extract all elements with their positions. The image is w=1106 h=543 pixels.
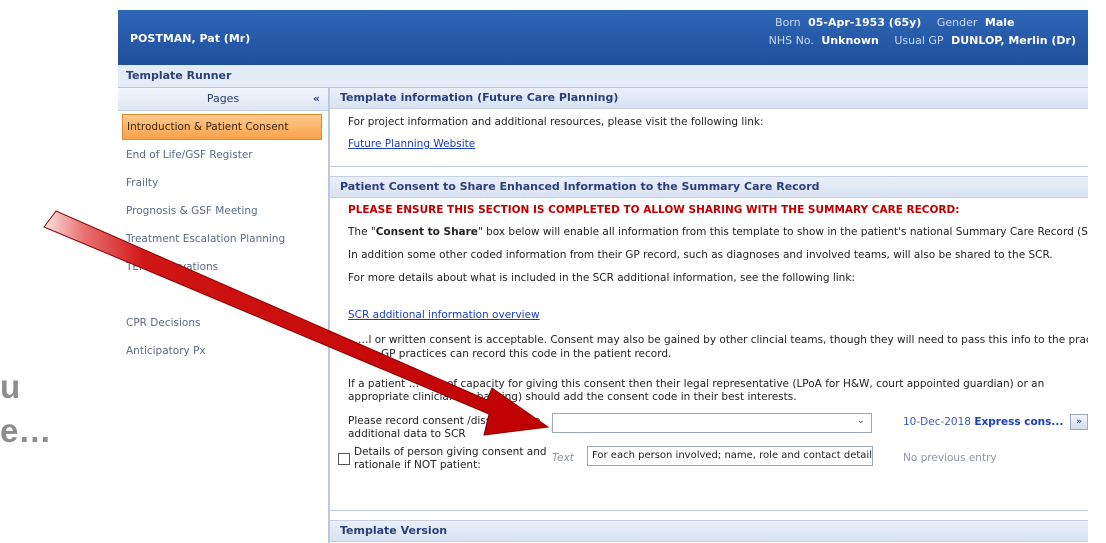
runner-titlebar: Template Runner [118,65,1088,88]
chevron-down-icon: ⌄ [856,415,865,426]
template-information-section: Template information (Future Care Planni… [330,88,1088,167]
info-text: For project information and additional r… [348,116,764,128]
pages-header-label: Pages [206,92,240,105]
sidebar-item-anticipatory-px[interactable]: Anticipatory Px [118,337,328,365]
runner-title: Template Runner [126,69,232,82]
details-text-input[interactable]: For each person involved; name, role and… [587,446,873,466]
text-field-hint: Text [552,452,574,464]
gp-label: Usual GP [894,34,944,47]
consent-date: 10-Dec-2018 [903,416,971,428]
template-content: Template information (Future Care Planni… [329,88,1088,543]
sidebar-item-introduction[interactable]: Introduction & Patient Consent [122,114,322,140]
born-label: Born [775,16,801,29]
template-information-heading: Template information (Future Care Planni… [330,88,1088,109]
consent-warning: PLEASE ENSURE THIS SECTION IS COMPLETED … [348,204,960,216]
consent-p1-start: The " [348,226,376,238]
consent-paragraph-4-line-2: …ly GP practices can record this code in… [358,348,672,360]
sidebar-item-tep-observations[interactable]: TEP Observations [118,253,328,281]
consent-entry: 10-Dec-2018 Express cons... [903,416,1063,428]
sidebar-item-frailty[interactable]: Frailty [118,169,328,197]
consent-paragraph-2: In addition some other coded information… [348,249,1053,261]
gp-value: DUNLOP, Merlin (Dr) [951,34,1076,47]
overlay-text-1: u [0,368,21,405]
gender-value: Male [984,16,1015,29]
consent-dropdown[interactable]: ⌄ [552,413,872,433]
template-version-heading: Template Version [330,520,1088,542]
gender-label: Gender [936,16,978,29]
nhs-value: Unknown [821,34,879,47]
express-consent-value: Express cons... [974,416,1064,428]
consent-paragraph-3: For more details about what is included … [348,272,855,284]
details-checkbox[interactable] [338,453,350,465]
patient-name: POSTMAN, Pat (Mr) [130,32,251,45]
record-consent-label-line-2: additional data to SCR [348,428,466,440]
consent-to-share-term: Consent to Share [375,226,478,238]
sidebar-item-end-of-life[interactable]: End of Life/GSF Register [118,141,328,169]
consent-paragraph-4-line-1: …l or written consent is acceptable. Con… [358,334,1088,346]
consent-section-heading: Patient Consent to Share Enhanced Inform… [330,176,1088,198]
pages-header: Pages « [118,88,328,111]
nhs-label: NHS No. [768,34,814,47]
born-value: 05-Apr-1953 (65y) [808,16,922,29]
future-planning-link[interactable]: Future Planning Website [348,138,475,150]
consent-paragraph-5-line-2: appropriate clinician (… backing) should… [348,391,797,403]
template-version-section: Template Version [330,520,1088,543]
details-label-line-2: rationale if NOT patient: [354,459,481,471]
scr-overview-link[interactable]: SCR additional information overview [348,309,540,321]
consent-paragraph-5-line-1: If a patient … lack of capacity for givi… [348,378,1045,390]
sidebar-item-cpr-decisions[interactable]: CPR Decisions [118,309,328,337]
pages-sidebar: Pages « Introduction & Patient Consent E… [118,88,329,543]
consent-p1-end: " box below will enable all information … [477,226,1088,238]
consent-section: Patient Consent to Share Enhanced Inform… [330,176,1088,511]
patient-demographics-row-2: NHS No. Unknown Usual GP DUNLOP, Merlin … [757,34,1076,47]
sidebar-item-treatment-escalation[interactable]: Treatment Escalation Planning [118,225,328,253]
details-label-line-1: Details of person giving consent and [354,446,547,458]
template-runner-window: POSTMAN, Pat (Mr) Born 05-Apr-1953 (65y)… [118,10,1088,543]
consent-paragraph-1: The "Consent to Share" box below will en… [348,226,1088,238]
patient-demographics-row-1: Born 05-Apr-1953 (65y) Gender Male [763,16,1076,29]
overlay-text-2: e… [0,412,52,449]
no-previous-entry: No previous entry [903,452,997,464]
sidebar-item-prognosis[interactable]: Prognosis & GSF Meeting [118,197,328,225]
sidebar-item-hidden[interactable] [118,281,328,309]
expand-arrow-button[interactable]: » [1070,414,1088,430]
patient-banner: POSTMAN, Pat (Mr) Born 05-Apr-1953 (65y)… [118,10,1088,65]
record-consent-label-line-1: Please record consent /dissent t… re [348,415,541,427]
collapse-sidebar-button[interactable]: « [313,88,320,110]
